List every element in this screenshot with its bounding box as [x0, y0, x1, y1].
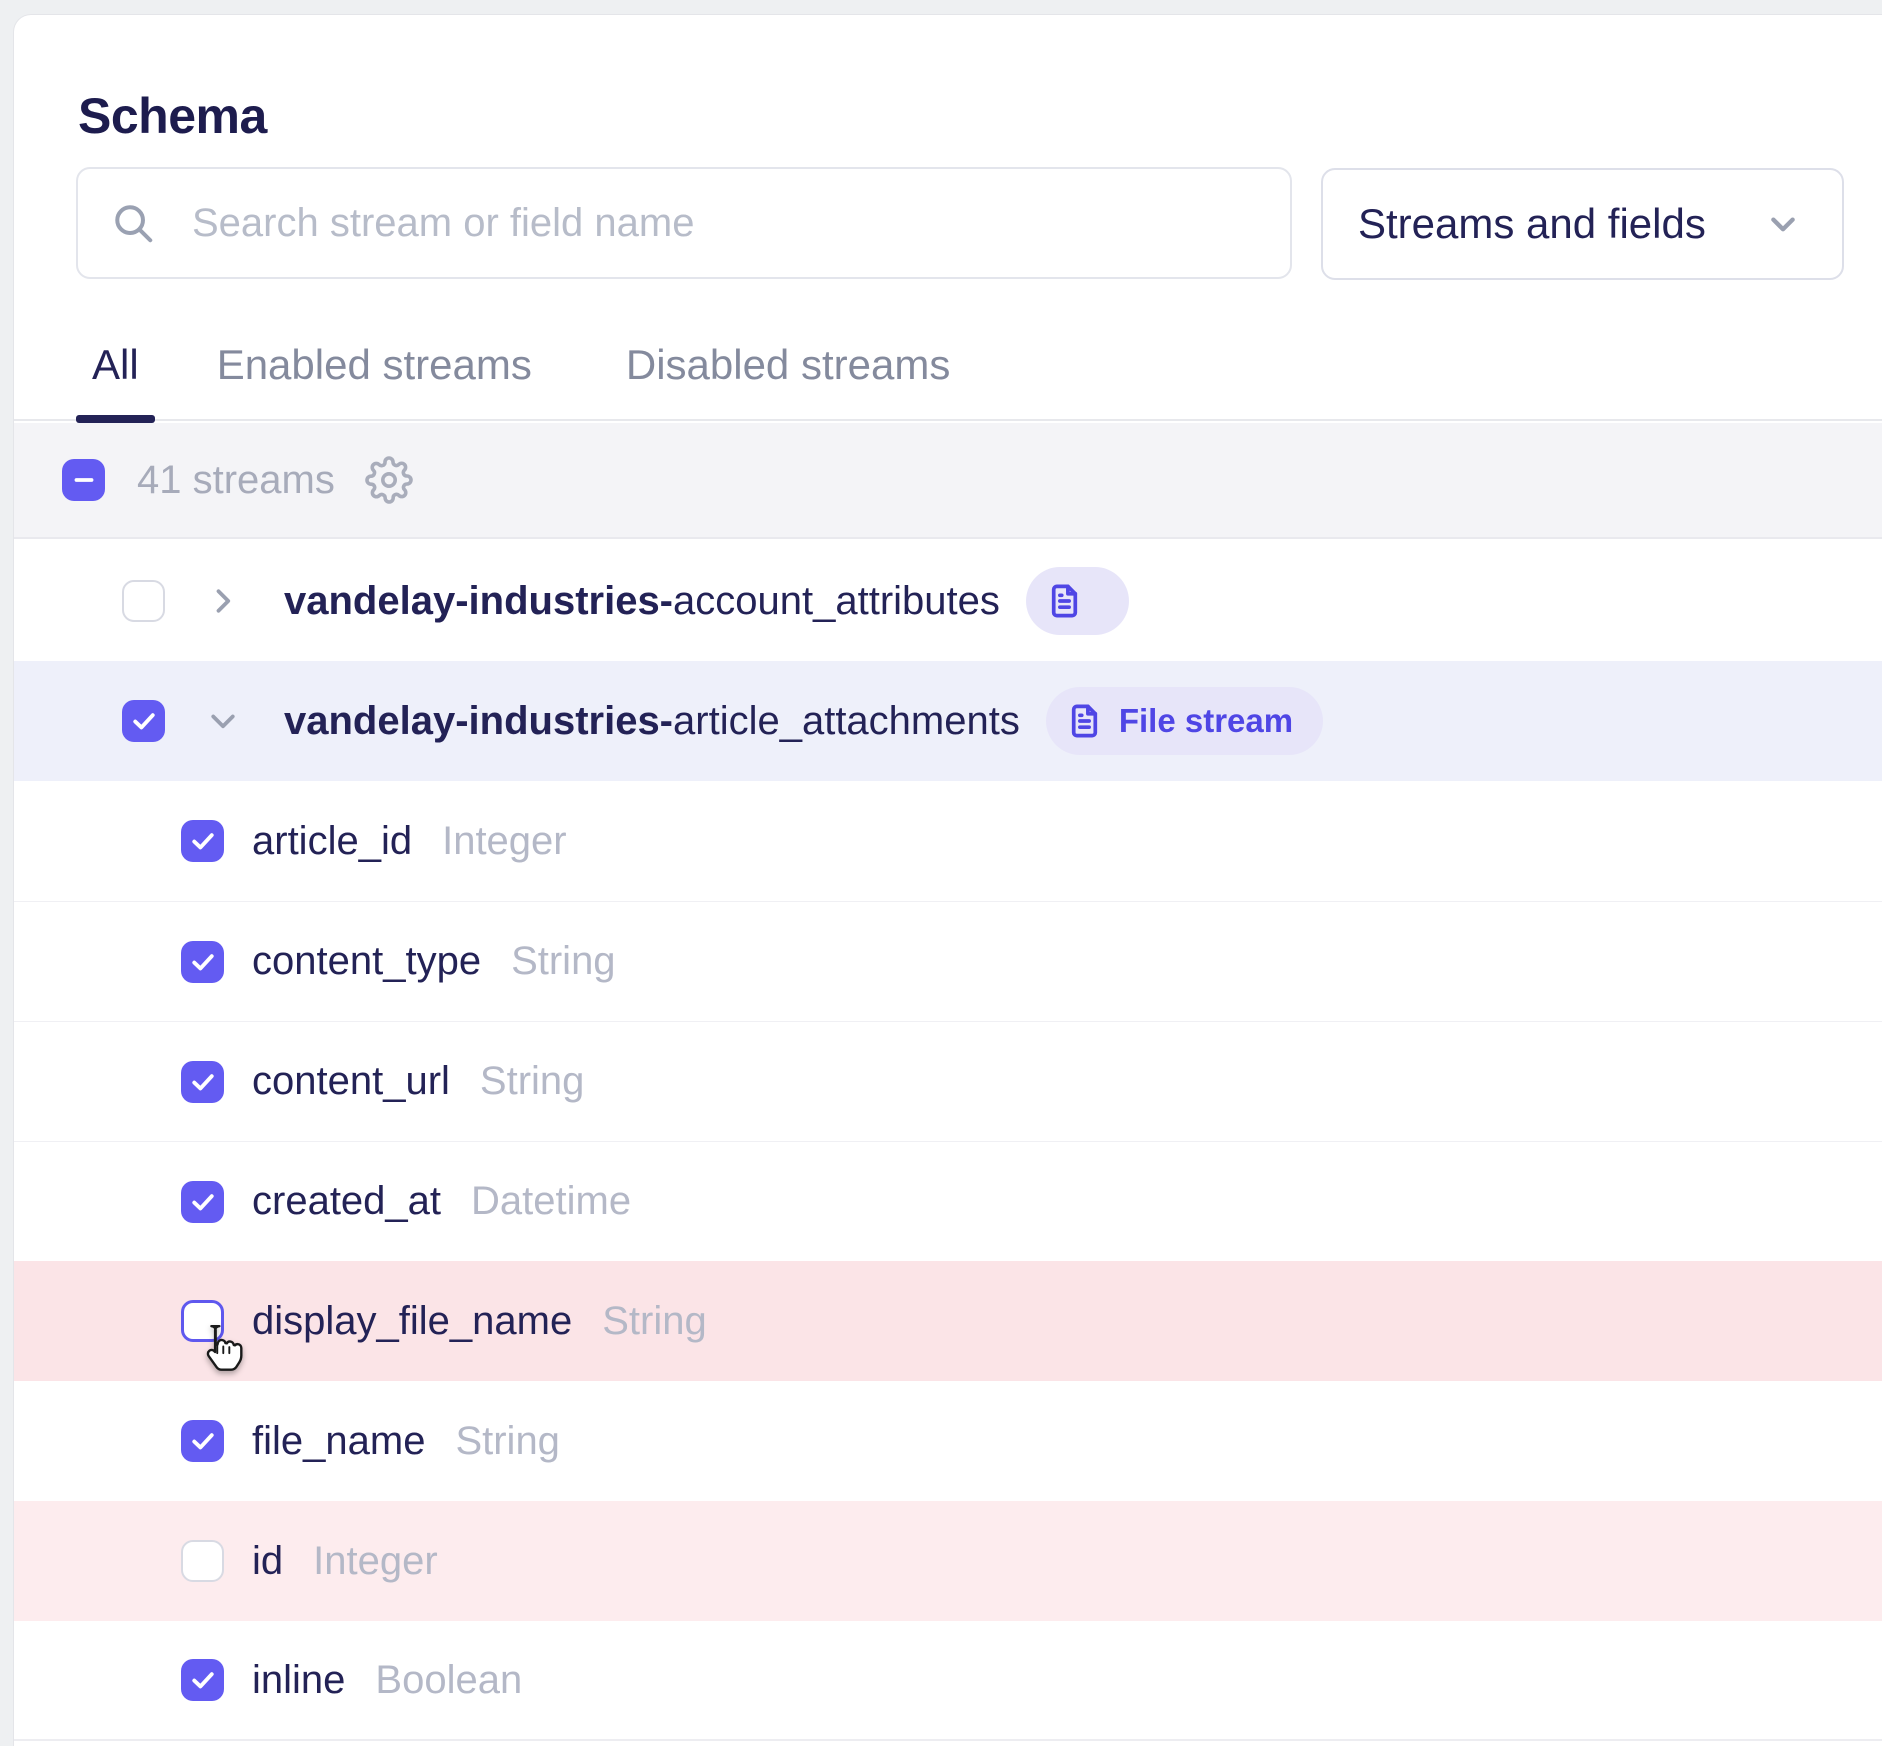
field-row[interactable]: article_id Integer: [14, 781, 1882, 901]
tab-enabled-streams[interactable]: Enabled streams: [201, 341, 548, 389]
field-type: String: [455, 1419, 560, 1464]
field-row[interactable]: file_name String: [14, 1381, 1882, 1501]
check-icon: [130, 707, 158, 735]
search-icon: [110, 200, 156, 246]
check-icon: [189, 1068, 217, 1096]
check-icon: [189, 948, 217, 976]
check-icon: [189, 1188, 217, 1216]
expand-chevron-icon[interactable]: [203, 701, 243, 741]
field-row[interactable]: inline Boolean: [14, 1621, 1882, 1741]
stream-name-prefix: vandelay-industries-: [284, 579, 673, 623]
field-type: String: [602, 1299, 707, 1344]
field-name: article_id: [252, 819, 412, 864]
stream-name: vandelay-industries-article_attachments: [284, 699, 1020, 744]
field-name: content_type: [252, 939, 481, 984]
field-name: file_name: [252, 1419, 425, 1464]
file-stream-badge: File stream: [1046, 687, 1323, 755]
select-all-checkbox[interactable]: [62, 459, 105, 501]
dropdown-selected-value: Streams and fields: [1358, 200, 1762, 248]
field-checkbox[interactable]: [181, 820, 224, 862]
streams-count: 41 streams: [137, 458, 335, 503]
stream-name-suffix: article_attachments: [673, 699, 1020, 743]
field-name: inline: [252, 1658, 345, 1703]
streams-toolbar: 41 streams: [14, 423, 1882, 539]
file-stream-badge: [1026, 567, 1129, 635]
field-type: String: [480, 1059, 585, 1104]
field-checkbox[interactable]: [181, 1540, 224, 1582]
file-document-icon: [1066, 700, 1103, 742]
field-checkbox[interactable]: [181, 1659, 224, 1701]
check-icon: [189, 1427, 217, 1455]
field-checkbox[interactable]: [181, 941, 224, 983]
field-row[interactable]: content_url String: [14, 1021, 1882, 1141]
field-type: Datetime: [471, 1179, 631, 1224]
field-name: content_url: [252, 1059, 450, 1104]
tab-all[interactable]: All: [76, 341, 155, 389]
field-checkbox[interactable]: [181, 1300, 224, 1342]
stream-name-prefix: vandelay-industries-: [284, 699, 673, 743]
stream-filter-tabs: All Enabled streams Disabled streams: [14, 331, 1882, 421]
check-icon: [189, 827, 217, 855]
stream-row[interactable]: vandelay-industries-account_attributes: [14, 541, 1882, 661]
file-document-icon: [1046, 580, 1083, 622]
view-mode-dropdown[interactable]: Streams and fields: [1321, 168, 1844, 280]
gear-icon[interactable]: [365, 456, 413, 504]
chevron-down-icon: [1762, 203, 1804, 245]
field-type: Integer: [313, 1539, 438, 1584]
tab-disabled-streams[interactable]: Disabled streams: [610, 341, 966, 389]
field-checkbox[interactable]: [181, 1420, 224, 1462]
field-row[interactable]: created_at Datetime: [14, 1141, 1882, 1261]
field-type: Boolean: [375, 1658, 522, 1703]
field-checkbox[interactable]: [181, 1061, 224, 1103]
field-row[interactable]: display_file_name String: [14, 1261, 1882, 1381]
stream-row[interactable]: vandelay-industries-article_attachments …: [14, 661, 1882, 781]
indeterminate-dash-icon: [71, 467, 97, 493]
field-type: String: [511, 939, 616, 984]
field-name: id: [252, 1539, 283, 1584]
page-title: Schema: [78, 87, 1882, 145]
field-name: created_at: [252, 1179, 441, 1224]
expand-chevron-icon[interactable]: [203, 581, 243, 621]
stream-name-suffix: account_attributes: [673, 579, 1000, 623]
stream-list: vandelay-industries-account_attributes v…: [14, 541, 1882, 1741]
field-checkbox[interactable]: [181, 1181, 224, 1223]
check-icon: [189, 1666, 217, 1694]
schema-card: Schema Streams and fields All Enabled st…: [13, 14, 1882, 1746]
stream-checkbox[interactable]: [122, 700, 165, 742]
badge-label: File stream: [1119, 702, 1293, 740]
search-box[interactable]: [76, 167, 1292, 279]
field-name: display_file_name: [252, 1299, 572, 1344]
schema-screen: Schema Streams and fields All Enabled st…: [0, 0, 1882, 1746]
field-type: Integer: [442, 819, 567, 864]
controls-row: Streams and fields: [14, 167, 1882, 279]
stream-name: vandelay-industries-account_attributes: [284, 579, 1000, 624]
stream-checkbox[interactable]: [122, 580, 165, 622]
search-input[interactable]: [190, 200, 1290, 247]
field-row[interactable]: content_type String: [14, 901, 1882, 1021]
field-row[interactable]: id Integer: [14, 1501, 1882, 1621]
